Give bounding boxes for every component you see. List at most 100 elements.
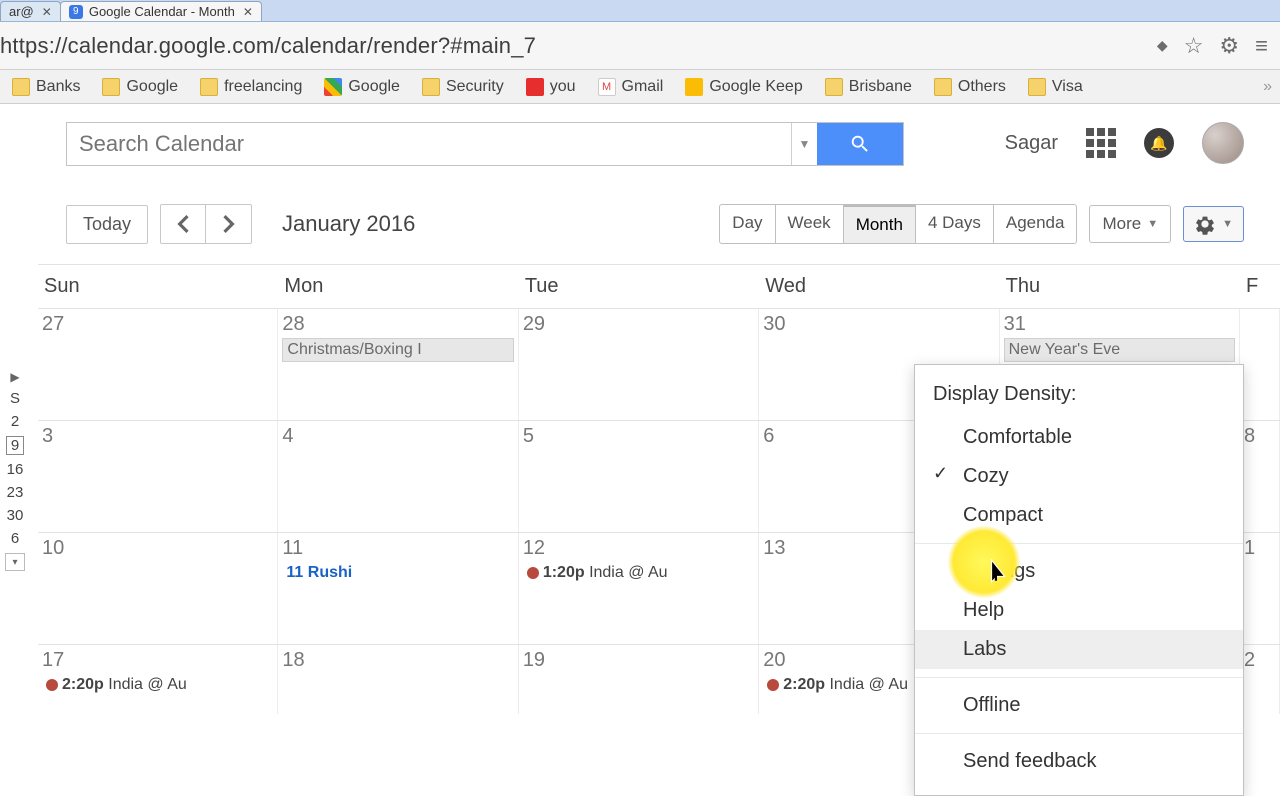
calendar-cell[interactable]: 1111 Rushi [278,533,518,644]
day-number: 5 [523,425,754,448]
view-month[interactable]: Month [844,205,916,243]
more-button[interactable]: More ▼ [1089,205,1171,243]
bookmark-item[interactable]: Brisbane [821,76,916,98]
search-icon [849,133,871,155]
day-number: 3 [42,425,273,448]
extensions-icon[interactable]: ⚙ [1219,33,1239,59]
view-tabs: Day Week Month 4 Days Agenda [719,204,1077,244]
browser-tab[interactable]: ar@ ✕ [0,1,61,21]
calendar-cell[interactable]: 28Christmas/Boxing I [278,309,518,420]
bookmark-item[interactable]: Banks [8,76,84,98]
calendar-cell[interactable]: 121:20p India @ Au [519,533,759,644]
folder-icon [934,78,952,96]
mini-day-current[interactable]: 9 [6,436,24,455]
view-day[interactable]: Day [720,205,775,243]
star-icon[interactable]: ☆ [1184,33,1204,59]
apps-icon[interactable] [1086,128,1116,158]
bookmarks-bar: Banks Google freelancing Google Security… [0,70,1280,104]
dropdown-icon[interactable]: ▾ [5,553,25,571]
expand-icon[interactable]: ▶ [10,370,19,384]
bookmark-item[interactable]: Gmail [594,76,668,98]
bookmark-item[interactable]: Others [930,76,1010,98]
bookmark-item[interactable]: freelancing [196,76,306,98]
event[interactable]: 1:20p India @ Au [523,562,754,584]
menu-labs[interactable]: Labs [915,630,1243,669]
close-icon[interactable]: ✕ [243,5,253,19]
browser-tab[interactable]: 9 Google Calendar - Month ✕ [60,1,262,21]
event-dot-icon [46,679,58,691]
menu-offline[interactable]: Offline [915,686,1243,725]
folder-icon [1028,78,1046,96]
user-name[interactable]: Sagar [1005,132,1058,155]
calendar-cell[interactable]: 19 [519,645,759,714]
density-cozy[interactable]: Cozy [915,457,1243,496]
day-number: 19 [523,649,754,672]
calendar-toolbar: Today January 2016 Day Week Month 4 Days… [66,204,1280,244]
event-dot-icon [527,567,539,579]
bookmark-item[interactable]: Security [418,76,508,98]
calendar-cell[interactable]: 27 [38,309,278,420]
notifications-icon[interactable]: 🔔 [1144,128,1174,158]
menu-help[interactable]: Help [915,591,1243,630]
day-header: Sun [38,265,278,308]
bookmark-item[interactable]: Visa [1024,76,1087,98]
day-number: 18 [282,649,513,672]
view-4days[interactable]: 4 Days [916,205,994,243]
mini-day[interactable]: 23 [7,484,24,501]
calendar-cell[interactable] [1240,309,1280,420]
day-number: 4 [282,425,513,448]
calendar-cell[interactable]: 5 [519,421,759,532]
month-label: January 2016 [282,211,415,237]
calendar-cell[interactable]: 1 [1240,533,1280,644]
search-button[interactable] [817,123,903,165]
mini-calendar-strip: ▶ S 2 9 16 23 30 6 ▾ [2,370,28,571]
event[interactable]: 11 Rushi [282,562,513,584]
close-icon[interactable]: ✕ [42,5,52,19]
calendar-cell[interactable]: 3 [38,421,278,532]
folder-icon [422,78,440,96]
view-week[interactable]: Week [776,205,844,243]
day-number: 10 [42,537,273,560]
event[interactable]: 2:20p India @ Au [42,674,273,696]
day-header: Wed [759,265,999,308]
menu-icon[interactable]: ≡ [1255,33,1268,59]
bookmark-item[interactable]: you [522,76,580,98]
prev-button[interactable] [160,204,206,244]
mini-day[interactable]: 30 [7,507,24,524]
next-button[interactable] [206,204,252,244]
day-number: 1 [1244,537,1275,560]
calendar-cell[interactable]: 10 [38,533,278,644]
bookmark-item[interactable]: Google [98,76,182,98]
chevron-down-icon: ▼ [1222,218,1233,230]
calendar-cell[interactable]: 8 [1240,421,1280,532]
search-input[interactable] [67,123,791,165]
mini-day[interactable]: 6 [11,530,19,547]
menu-feedback[interactable]: Send feedback [915,742,1243,781]
mini-day-label: S [10,390,20,407]
calendar-cell[interactable]: 2 [1240,645,1280,714]
density-comfortable[interactable]: Comfortable [915,418,1243,457]
calendar-cell[interactable]: 172:20p India @ Au [38,645,278,714]
url-display[interactable]: https://calendar.google.com/calendar/ren… [0,33,1143,59]
calendar-cell[interactable]: 4 [278,421,518,532]
view-agenda[interactable]: Agenda [994,205,1077,243]
event[interactable]: Christmas/Boxing I [282,338,513,362]
event[interactable]: New Year's Eve [1004,338,1235,362]
calendar-cell[interactable]: 29 [519,309,759,420]
avatar[interactable] [1202,122,1244,164]
today-button[interactable]: Today [66,205,148,244]
calendar-cell[interactable]: 18 [278,645,518,714]
bookmark-item[interactable]: Google [320,76,404,98]
mini-day[interactable]: 2 [11,413,19,430]
settings-button[interactable]: ▼ [1183,206,1244,242]
bookmark-item[interactable]: Google Keep [681,76,806,98]
more-label: More [1102,214,1141,234]
menu-settings[interactable]: Settings [915,552,1243,591]
overflow-icon[interactable]: » [1263,78,1272,96]
tag-icon[interactable]: ◆ [1157,37,1168,54]
keep-icon [685,78,703,96]
day-number: 12 [523,537,754,560]
search-options-dropdown[interactable]: ▼ [791,123,817,165]
mini-day[interactable]: 16 [7,461,24,478]
density-compact[interactable]: Compact [915,496,1243,535]
